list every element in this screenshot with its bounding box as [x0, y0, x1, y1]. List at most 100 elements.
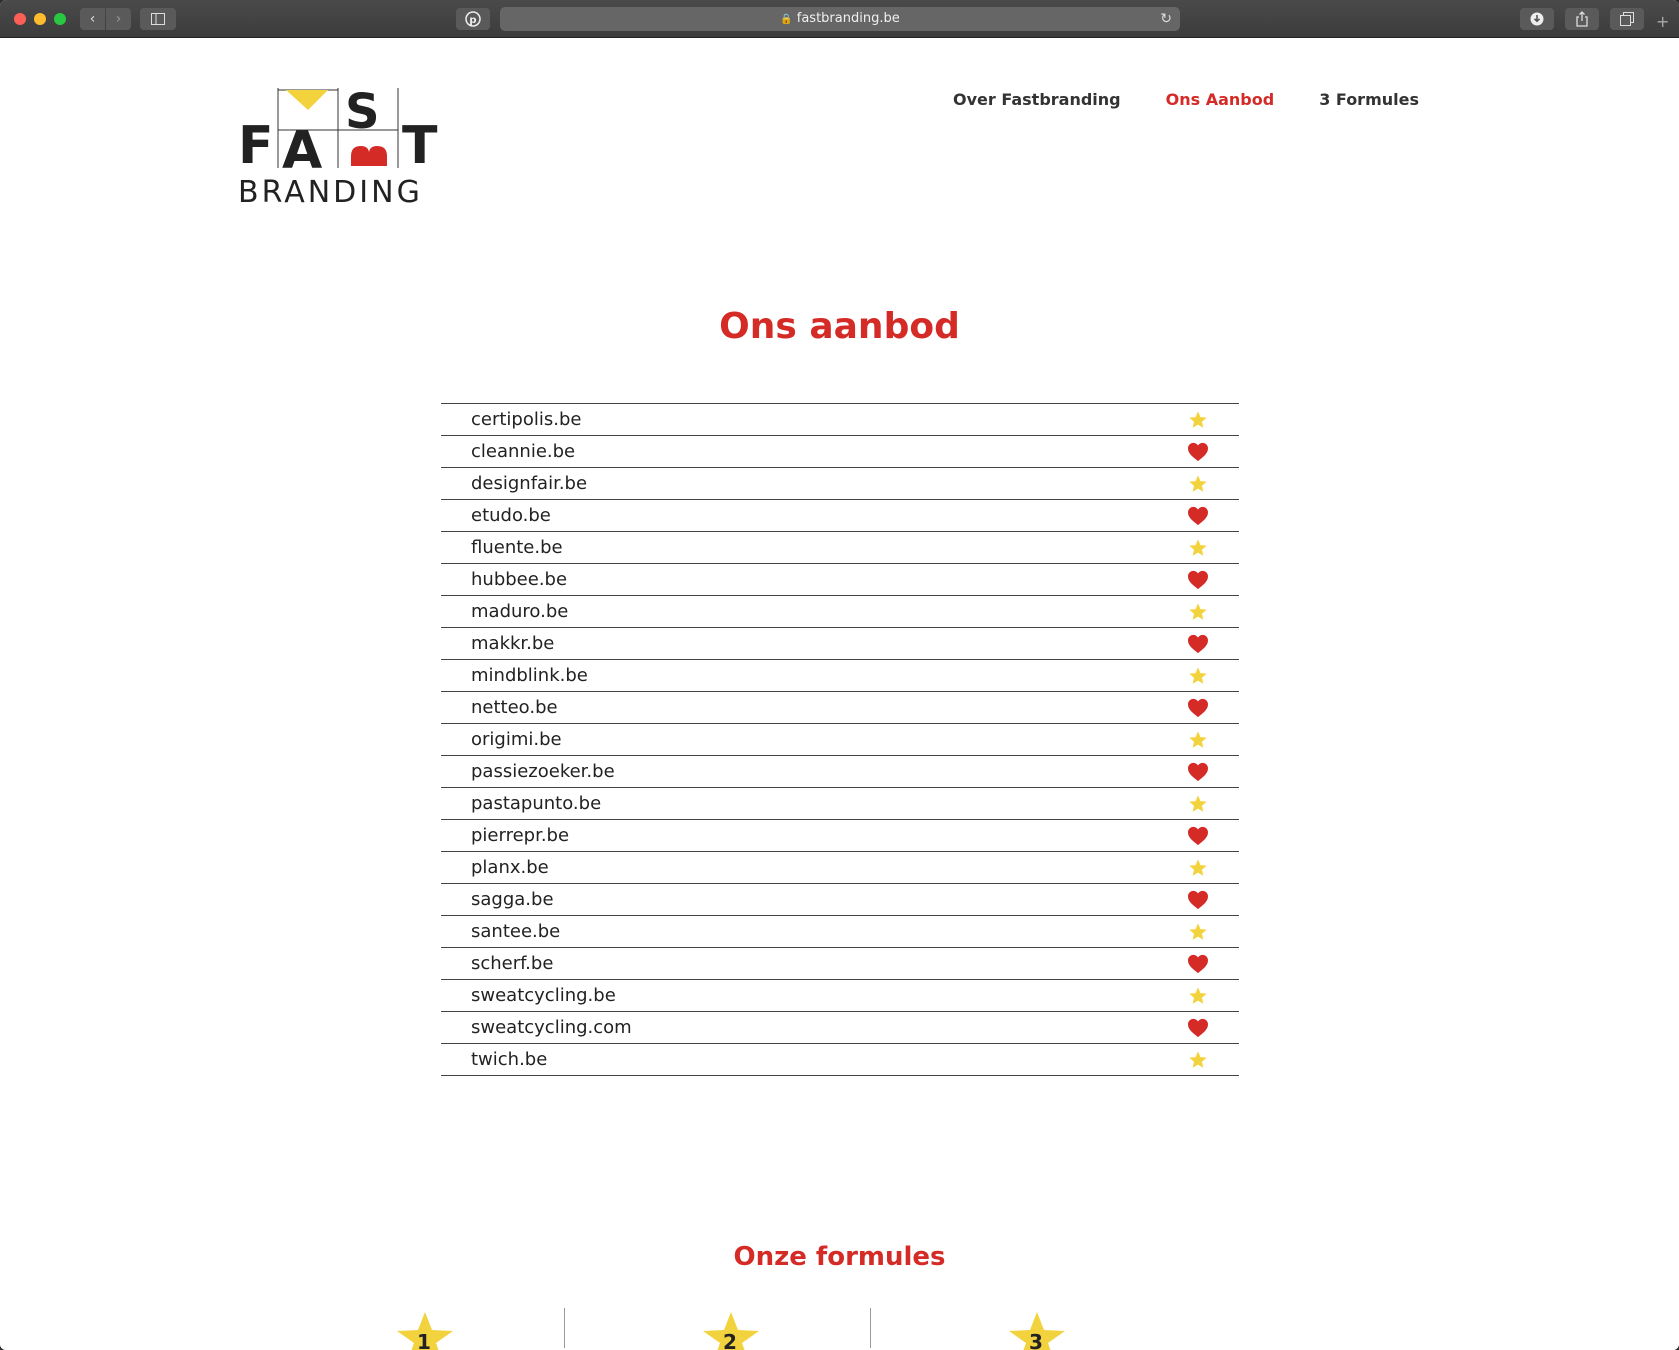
domain-row[interactable]: hubbee.be — [441, 564, 1239, 596]
show-tabs-button[interactable] — [1610, 8, 1644, 30]
zoom-window-button[interactable] — [54, 13, 66, 25]
heart-icon — [1187, 954, 1209, 974]
web-page: F A S T BRANDING Over Fastbranding Ons A… — [0, 38, 1679, 1350]
domain-row[interactable]: designfair.be — [441, 468, 1239, 500]
back-button[interactable]: ‹ — [80, 8, 105, 30]
domain-row[interactable]: netteo.be — [441, 692, 1239, 724]
domain-name: pastapunto.be — [471, 793, 602, 814]
domain-name: sagga.be — [471, 889, 554, 910]
domain-name: cleannie.be — [471, 441, 576, 462]
domain-row[interactable]: scherf.be — [441, 948, 1239, 980]
domain-row[interactable]: pierrepr.be — [441, 820, 1239, 852]
star-icon — [1187, 730, 1209, 750]
heart-icon — [1187, 826, 1209, 846]
star-icon — [1187, 1050, 1209, 1070]
star-icon — [1187, 474, 1209, 494]
browser-toolbar: ‹ › p 🔒 fastbranding.be ↻ + — [0, 0, 1679, 38]
heart-icon — [1187, 698, 1209, 718]
formule-card[interactable]: 1 — [360, 1308, 666, 1350]
logo-letter-s: S — [345, 88, 380, 140]
formule-divider — [564, 1308, 565, 1348]
domain-row[interactable]: passiezoeker.be — [441, 756, 1239, 788]
pinterest-icon: p — [465, 11, 481, 27]
formule-number: 3 — [1029, 1330, 1043, 1350]
sidebar-toggle-button[interactable] — [140, 8, 176, 30]
nav-3-formules[interactable]: 3 Formules — [1319, 90, 1419, 109]
heart-icon — [1187, 1018, 1209, 1038]
star-icon — [1187, 986, 1209, 1006]
fastbranding-logo[interactable]: F A S T BRANDING — [238, 84, 450, 210]
domain-name: maduro.be — [471, 601, 569, 622]
domain-name: origimi.be — [471, 729, 562, 750]
close-window-button[interactable] — [14, 13, 26, 25]
domain-name: sweatcycling.com — [471, 1017, 632, 1038]
domain-name: twich.be — [471, 1049, 548, 1070]
lock-icon: 🔒 — [780, 14, 793, 25]
nav-ons-aanbod[interactable]: Ons Aanbod — [1166, 90, 1275, 109]
domain-row[interactable]: certipolis.be — [441, 404, 1239, 436]
nav-over-fastbranding[interactable]: Over Fastbranding — [953, 90, 1121, 109]
svg-text:p: p — [469, 15, 476, 26]
domain-name: netteo.be — [471, 697, 558, 718]
domain-list: certipolis.be cleannie.be designfair.be etu… — [441, 403, 1239, 1076]
domain-name: planx.be — [471, 857, 549, 878]
heart-icon — [1187, 570, 1209, 590]
plus-icon: + — [1656, 12, 1670, 31]
new-tab-button[interactable]: + — [1656, 12, 1669, 31]
logo-letter-t: T — [402, 116, 438, 176]
domain-row[interactable]: sagga.be — [441, 884, 1239, 916]
domain-name: makkr.be — [471, 633, 555, 654]
star-icon — [1187, 538, 1209, 558]
tabs-icon — [1620, 12, 1634, 26]
domain-name: mindblink.be — [471, 665, 588, 686]
domain-name: sweatcycling.be — [471, 985, 616, 1006]
star-icon — [1187, 602, 1209, 622]
domain-row[interactable]: santee.be — [441, 916, 1239, 948]
domain-row[interactable]: mindblink.be — [441, 660, 1239, 692]
heart-icon — [1187, 506, 1209, 526]
share-icon — [1576, 11, 1588, 27]
formule-number: 1 — [417, 1330, 431, 1350]
domain-row[interactable]: cleannie.be — [441, 436, 1239, 468]
sidebar-icon — [151, 13, 165, 25]
pinterest-button[interactable]: p — [456, 8, 490, 30]
domain-row[interactable]: sweatcycling.be — [441, 980, 1239, 1012]
url-text: fastbranding.be — [796, 11, 900, 26]
domain-row[interactable]: etudo.be — [441, 500, 1239, 532]
star-icon — [1187, 666, 1209, 686]
formule-card[interactable]: 3 — [972, 1308, 1278, 1350]
minimize-window-button[interactable] — [34, 13, 46, 25]
domain-row[interactable]: pastapunto.be — [441, 788, 1239, 820]
domain-name: hubbee.be — [471, 569, 568, 590]
share-button[interactable] — [1565, 8, 1599, 30]
formules-title: Onze formules — [733, 1242, 946, 1272]
domain-row[interactable]: twich.be — [441, 1044, 1239, 1076]
domain-row[interactable]: origimi.be — [441, 724, 1239, 756]
domain-row[interactable]: fluente.be — [441, 532, 1239, 564]
logo-text-branding: BRANDING — [238, 175, 423, 208]
forward-button[interactable]: › — [106, 8, 131, 30]
star-icon — [1187, 922, 1209, 942]
reload-icon[interactable]: ↻ — [1160, 7, 1172, 31]
browser-window: ‹ › p 🔒 fastbranding.be ↻ + F A S T BRAN… — [0, 0, 1679, 1350]
formule-card[interactable]: 2 — [666, 1308, 972, 1350]
domain-name: certipolis.be — [471, 409, 582, 430]
chevron-left-icon: ‹ — [89, 11, 96, 27]
domain-row[interactable]: planx.be — [441, 852, 1239, 884]
downloads-button[interactable] — [1520, 8, 1554, 30]
domain-row[interactable]: makkr.be — [441, 628, 1239, 660]
domain-name: pierrepr.be — [471, 825, 570, 846]
domain-name: santee.be — [471, 921, 561, 942]
heart-icon — [1187, 442, 1209, 462]
domain-row[interactable]: maduro.be — [441, 596, 1239, 628]
heart-icon — [1187, 634, 1209, 654]
address-bar[interactable]: 🔒 fastbranding.be ↻ — [500, 7, 1180, 31]
formule-divider — [870, 1308, 871, 1348]
formules-row: 1 2 3 — [360, 1308, 1278, 1350]
domain-row[interactable]: sweatcycling.com — [441, 1012, 1239, 1044]
logo-graphic: F A S T BRANDING — [238, 84, 438, 210]
domain-name: scherf.be — [471, 953, 554, 974]
logo-letter-a: A — [282, 121, 322, 181]
star-icon — [1187, 794, 1209, 814]
domain-name: fluente.be — [471, 537, 563, 558]
